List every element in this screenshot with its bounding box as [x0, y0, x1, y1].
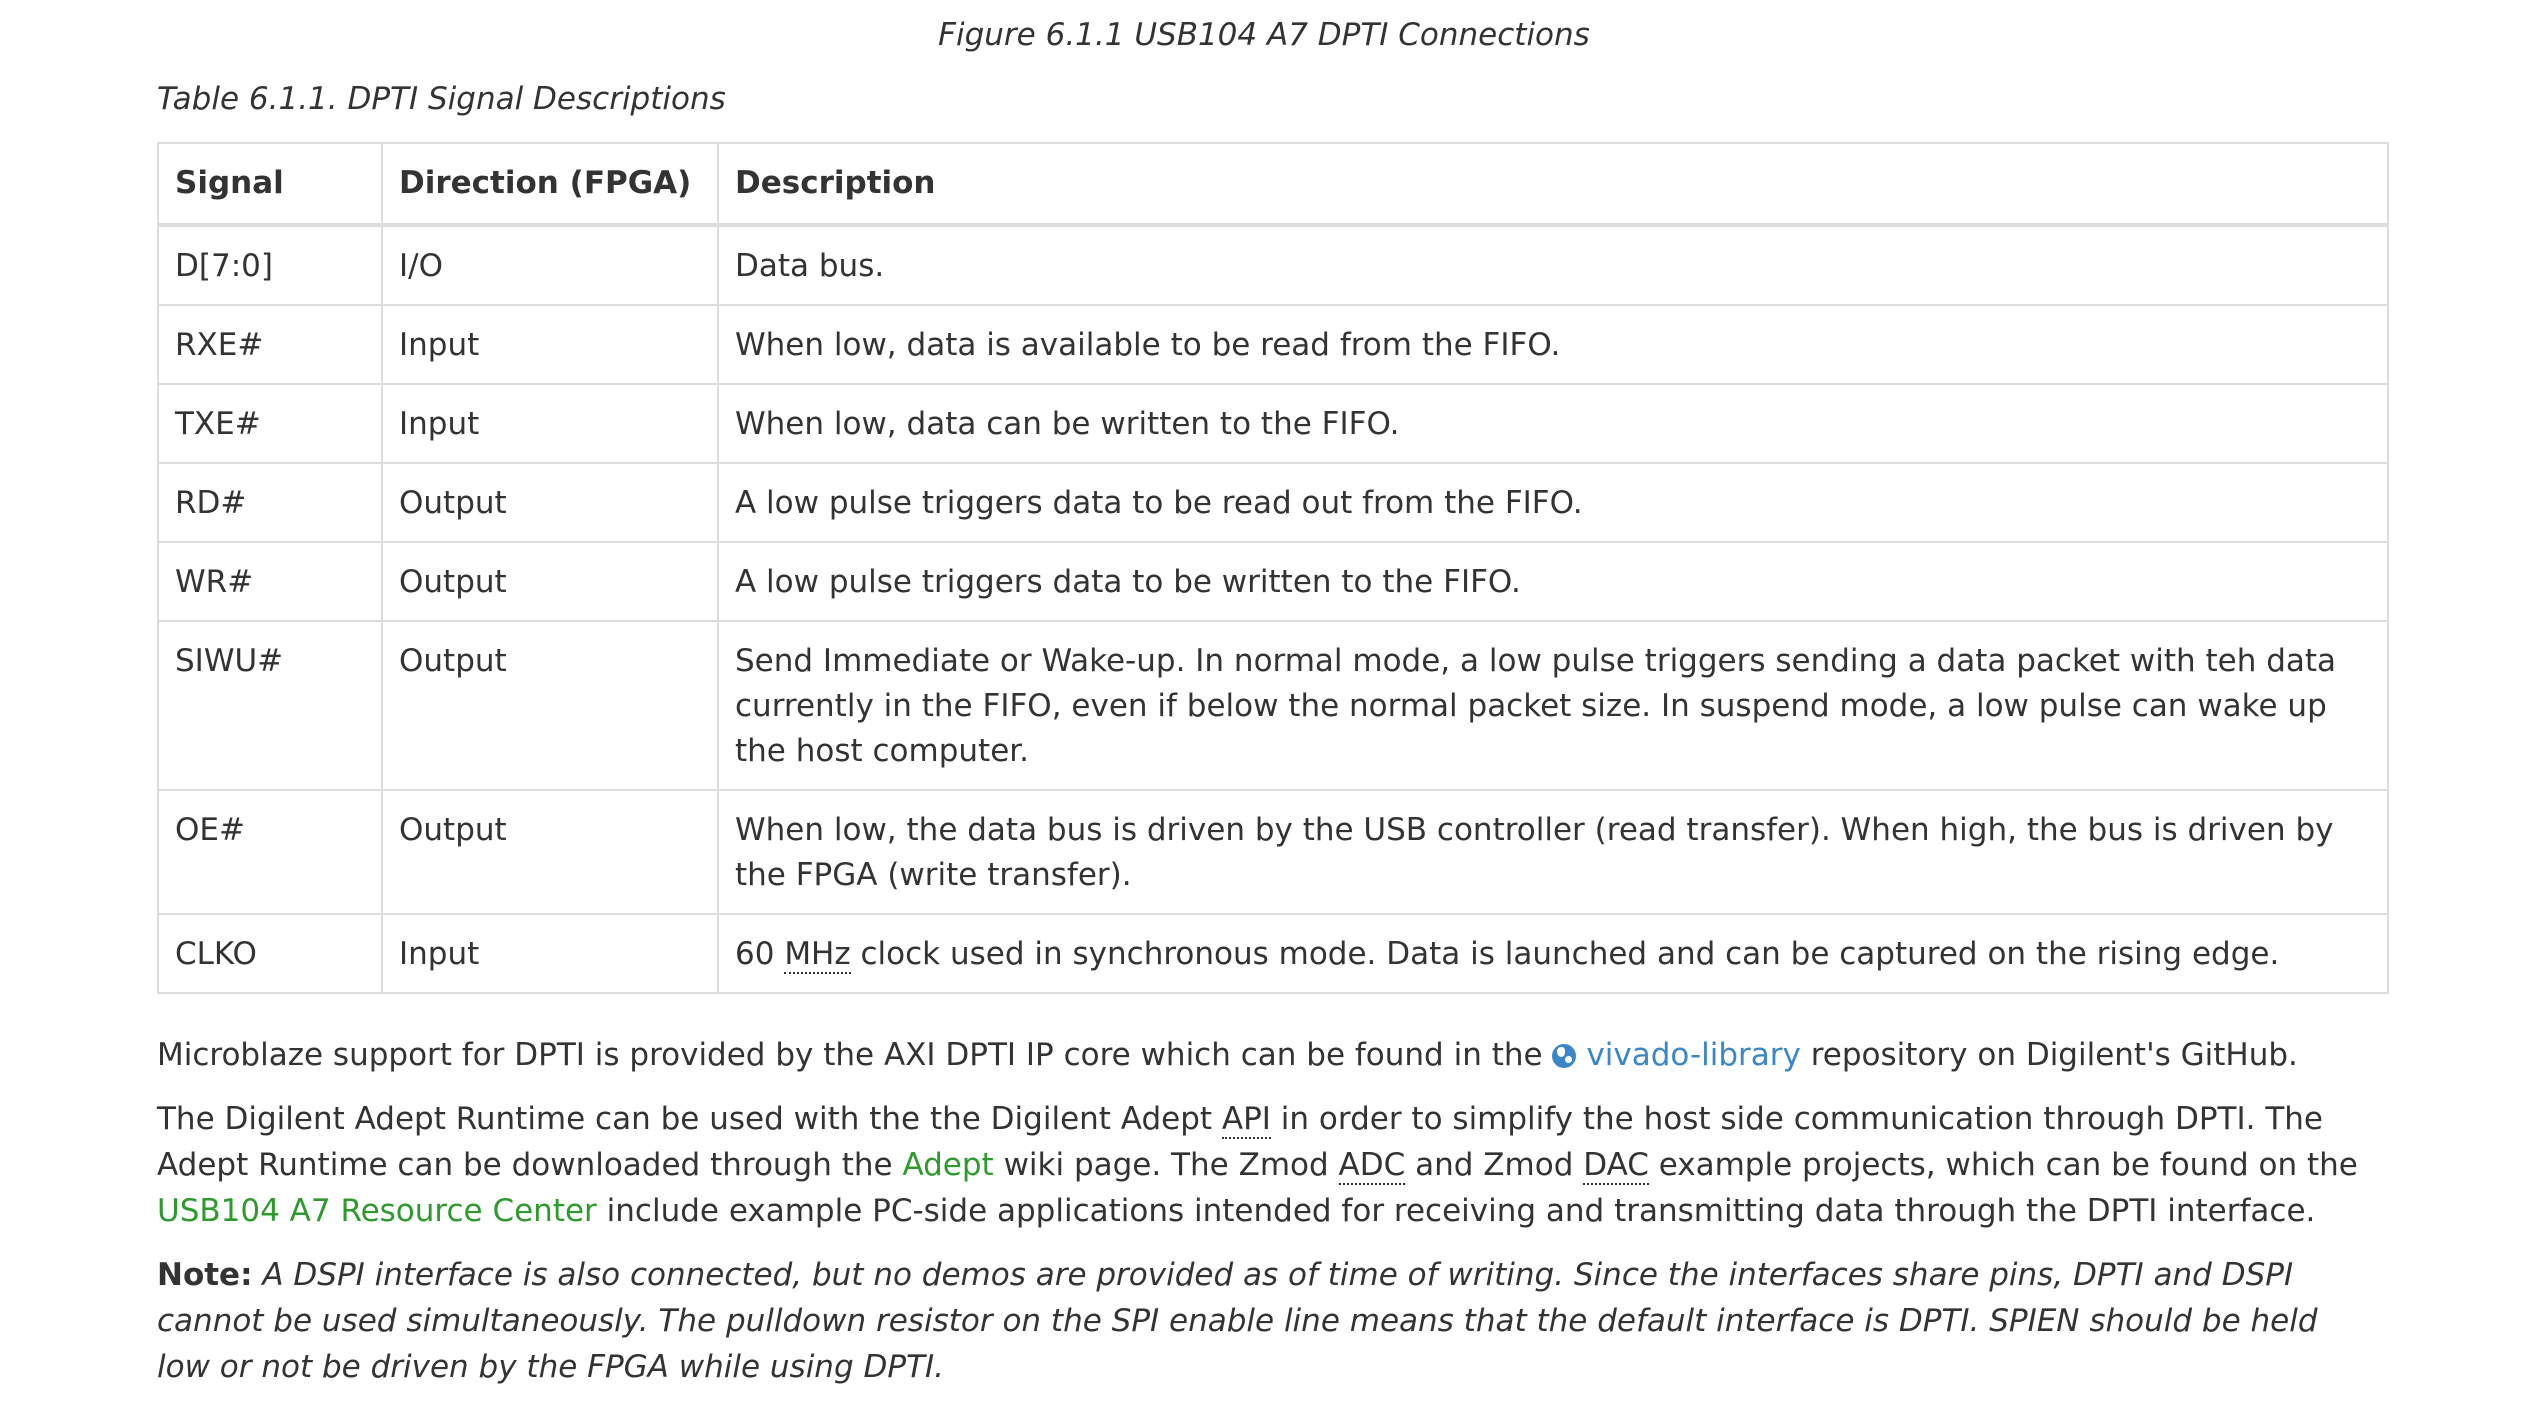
description-cell: A low pulse triggers data to be written …: [717, 541, 2389, 622]
table-row: SIWU# Output Send Immediate or Wake-up. …: [157, 620, 2389, 791]
figure-caption: Figure 6.1.1 USB104 A7 DPTI Connections: [938, 17, 1590, 53]
direction-cell: Input: [381, 913, 719, 994]
direction-cell: Output: [381, 541, 719, 622]
paragraph-text: example projects, which can be found on …: [1648, 1147, 2358, 1183]
signal-cell: TXE#: [157, 383, 383, 464]
signal-cell: CLKO: [157, 913, 383, 994]
description-cell: When low, the data bus is driven by the …: [717, 789, 2389, 915]
globe-icon: [1552, 1044, 1577, 1068]
table-row: RD# Output A low pulse triggers data to …: [157, 462, 2389, 543]
signal-cell: RXE#: [157, 304, 383, 385]
signal-table: Signal Direction (FPGA) Description D[7:…: [157, 142, 2389, 994]
table-caption: Table 6.1.1. DPTI Signal Descriptions: [157, 81, 726, 117]
note-text: A DSPI interface is also connected, but …: [157, 1257, 2318, 1385]
signal-cell: WR#: [157, 541, 383, 622]
description-cell: When low, data can be written to the FIF…: [717, 383, 2389, 464]
table-header-row: Signal Direction (FPGA) Description: [157, 142, 2389, 226]
column-header-direction: Direction (FPGA): [381, 142, 719, 226]
paragraph-text: The Digilent Adept Runtime can be used w…: [157, 1101, 1222, 1137]
direction-cell: Output: [381, 620, 719, 791]
description-cell: When low, data is available to be read f…: [717, 304, 2389, 385]
table-row: OE# Output When low, the data bus is dri…: [157, 789, 2389, 915]
adept-link[interactable]: Adept: [902, 1147, 993, 1183]
table-row: D[7:0] I/O Data bus.: [157, 224, 2389, 306]
paragraph-text: Microblaze support for DPTI is provided …: [157, 1037, 1553, 1073]
note-paragraph: Note: A DSPI interface is also connected…: [157, 1252, 2371, 1390]
table-row: CLKO Input 60 MHz clock used in synchron…: [157, 913, 2389, 994]
direction-cell: Output: [381, 462, 719, 543]
table-row: RXE# Input When low, data is available t…: [157, 304, 2389, 385]
direction-cell: Input: [381, 383, 719, 464]
paragraph-text: include example PC-side applications int…: [596, 1193, 2316, 1229]
column-header-description: Description: [717, 142, 2389, 226]
table-row: WR# Output A low pulse triggers data to …: [157, 541, 2389, 622]
signal-cell: RD#: [157, 462, 383, 543]
abbr-mhz[interactable]: MHz: [784, 936, 851, 974]
vivado-library-link-label: vivado-library: [1586, 1037, 1801, 1073]
direction-cell: Input: [381, 304, 719, 385]
description-cell: 60 MHz clock used in synchronous mode. D…: [717, 913, 2389, 994]
resource-center-link[interactable]: USB104 A7 Resource Center: [157, 1193, 597, 1229]
description-cell: A low pulse triggers data to be read out…: [717, 462, 2389, 543]
abbr-adc[interactable]: ADC: [1338, 1147, 1406, 1185]
column-header-signal: Signal: [157, 142, 383, 226]
direction-cell: Output: [381, 789, 719, 915]
paragraph-text: wiki page. The Zmod: [993, 1147, 1339, 1183]
paragraph-microblaze: Microblaze support for DPTI is provided …: [157, 1032, 2371, 1078]
paragraph-text: repository on Digilent's GitHub.: [1800, 1037, 2298, 1073]
signal-cell: D[7:0]: [157, 224, 383, 306]
vivado-library-link[interactable]: vivado-library: [1552, 1037, 1801, 1073]
document-page: Figure 6.1.1 USB104 A7 DPTI Connections …: [0, 0, 2528, 1414]
abbr-dac[interactable]: DAC: [1583, 1147, 1649, 1185]
description-text: clock used in synchronous mode. Data is …: [850, 936, 2280, 972]
paragraph-adept-runtime: The Digilent Adept Runtime can be used w…: [157, 1096, 2371, 1234]
note-label: Note:: [157, 1257, 253, 1293]
description-cell: Data bus.: [717, 224, 2389, 306]
signal-cell: SIWU#: [157, 620, 383, 791]
description-text: 60: [735, 936, 785, 972]
abbr-api[interactable]: API: [1221, 1101, 1271, 1139]
signal-cell: OE#: [157, 789, 383, 915]
description-cell: Send Immediate or Wake-up. In normal mod…: [717, 620, 2389, 791]
direction-cell: I/O: [381, 224, 719, 306]
paragraph-text: and Zmod: [1405, 1147, 1584, 1183]
table-row: TXE# Input When low, data can be written…: [157, 383, 2389, 464]
